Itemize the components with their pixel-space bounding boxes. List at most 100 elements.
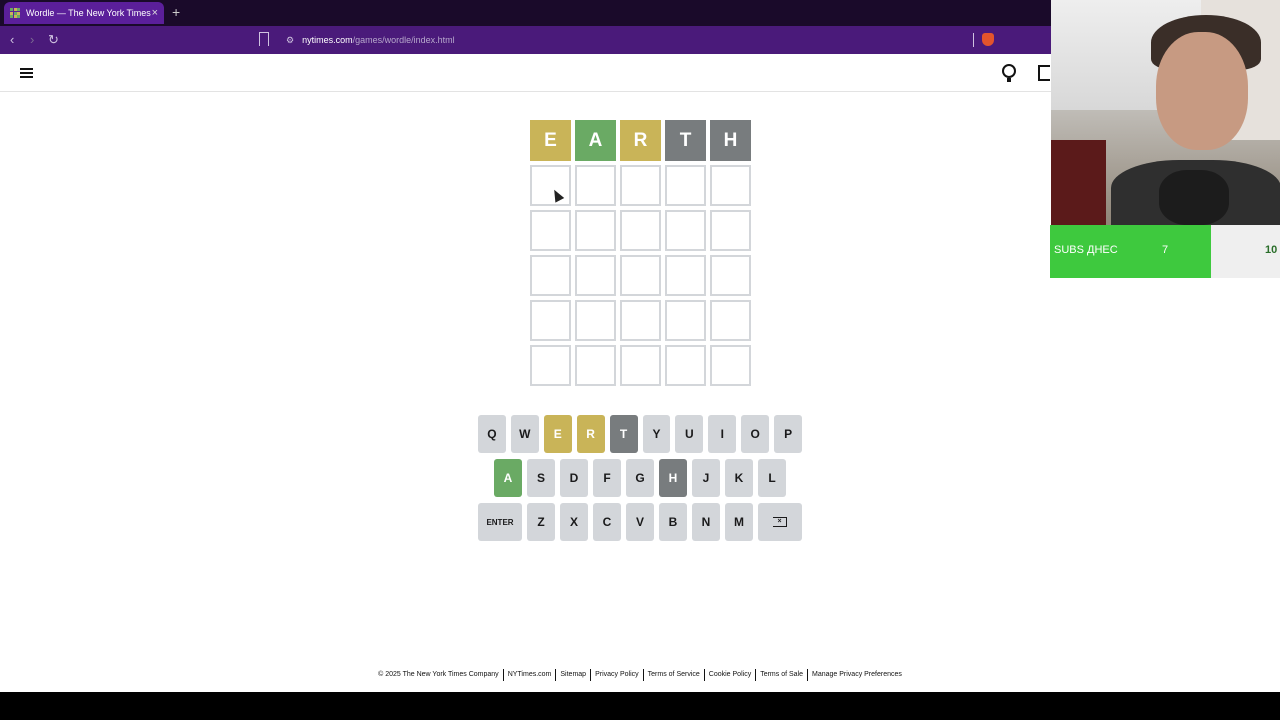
board-tile: T [665,120,706,161]
forward-icon[interactable]: › [30,31,34,49]
footer-link: © 2025 The New York Times Company [378,671,499,678]
board-tile: R [620,120,661,161]
webcam-person-face [1156,32,1248,150]
site-settings-icon[interactable]: ⚙ [286,35,294,45]
webcam-overlay [1051,0,1280,225]
key-b[interactable]: B [659,503,687,541]
key-l[interactable]: L [758,459,786,497]
key-q[interactable]: Q [477,415,506,453]
footer-link[interactable]: Terms of Service [642,669,704,681]
board-tile [710,300,751,341]
board-tile [530,255,571,296]
backspace-key[interactable]: × [758,503,802,541]
board-tile [575,345,616,386]
key-m[interactable]: M [725,503,753,541]
footer-link[interactable]: Privacy Policy [590,669,643,681]
board-tile [575,300,616,341]
brave-shields-icon[interactable] [982,33,994,46]
key-w[interactable]: W [510,415,539,453]
board-tile [530,345,571,386]
keyboard-row: ENTER Z X C V B N M × [478,503,802,541]
footer: © 2025 The New York Times Company NYTimes… [0,669,1280,681]
key-c[interactable]: C [593,503,621,541]
tab-title: Wordle — The New York Times [26,8,151,18]
board-tile [530,210,571,251]
key-o[interactable]: O [741,415,770,453]
board-tile [665,345,706,386]
board-tile [620,345,661,386]
board-tile [710,165,751,206]
key-z[interactable]: Z [527,503,555,541]
menu-icon[interactable] [20,68,33,78]
key-v[interactable]: V [626,503,654,541]
board-tile [710,345,751,386]
footer-link[interactable]: NYTimes.com [502,669,556,681]
reload-icon[interactable]: ↻ [48,31,59,49]
url-field[interactable]: ⚙ nytimes.com/games/wordle/index.html [286,32,455,48]
board-tile [620,210,661,251]
key-x[interactable]: X [560,503,588,541]
board-tile [665,165,706,206]
board-tile [575,255,616,296]
key-u[interactable]: U [675,415,704,453]
board-tile [530,165,571,206]
url-path: /games/wordle/index.html [352,35,455,45]
board-tile: A [575,120,616,161]
subs-goal-count: 10 [1265,244,1278,256]
subs-current-count: 7 [1162,244,1169,256]
game-board: EARTH [530,120,751,386]
key-d[interactable]: D [560,459,588,497]
new-tab-button[interactable]: + [172,4,180,20]
bookmark-icon[interactable] [259,32,269,46]
stats-icon[interactable] [1038,65,1050,81]
board-tile [575,165,616,206]
key-f[interactable]: F [593,459,621,497]
key-k[interactable]: K [725,459,753,497]
hint-bulb-icon[interactable] [1002,64,1016,82]
footer-link[interactable]: Sitemap [555,669,590,681]
footer-link[interactable]: Terms of Sale [755,669,807,681]
key-r[interactable]: R [576,415,605,453]
key-p[interactable]: P [774,415,803,453]
board-tile [620,255,661,296]
subs-goal-bar: SUBS ДНЕС 7 10 [1050,225,1280,278]
url-domain: nytimes.com [302,35,353,45]
footer-link[interactable]: Cookie Policy [703,669,755,681]
subs-label: SUBS ДНЕС [1054,244,1118,256]
webcam-chair [1051,140,1106,225]
board-tile [575,210,616,251]
key-enter[interactable]: ENTER [478,503,522,541]
key-y[interactable]: Y [642,415,671,453]
key-g[interactable]: G [626,459,654,497]
board-tile [665,210,706,251]
screen: Wordle — The New York Times × + ‹ › ↻ ⚙ n… [0,0,1280,720]
board-tile [620,165,661,206]
backspace-icon: × [773,517,787,527]
keyboard-row: ASDFGHJKL [478,459,802,497]
key-i[interactable]: I [708,415,737,453]
bottom-letterbox [0,692,1280,720]
microphone-icon [1159,170,1229,225]
key-n[interactable]: N [692,503,720,541]
key-t[interactable]: T [609,415,638,453]
browser-tab[interactable]: Wordle — The New York Times × [4,2,164,24]
close-tab-icon[interactable]: × [152,7,158,19]
wordle-favicon-icon [10,8,20,18]
board-tile [530,300,571,341]
key-e[interactable]: E [543,415,572,453]
key-j[interactable]: J [692,459,720,497]
key-a[interactable]: A [494,459,522,497]
board-tile [620,300,661,341]
board-tile: E [530,120,571,161]
board-tile: H [710,120,751,161]
board-tile [710,210,751,251]
key-s[interactable]: S [527,459,555,497]
footer-link[interactable]: Manage Privacy Preferences [807,669,906,681]
toolbar-divider [973,33,974,47]
key-h[interactable]: H [659,459,687,497]
board-tile [665,300,706,341]
keyboard-row: QWERTYUIOP [477,415,803,453]
back-icon[interactable]: ‹ [10,31,14,49]
board-tile [665,255,706,296]
on-screen-keyboard: Q W E R T Y U I O P A S D F G H J K L ENTER Z X C V B N M × [477,415,803,547]
